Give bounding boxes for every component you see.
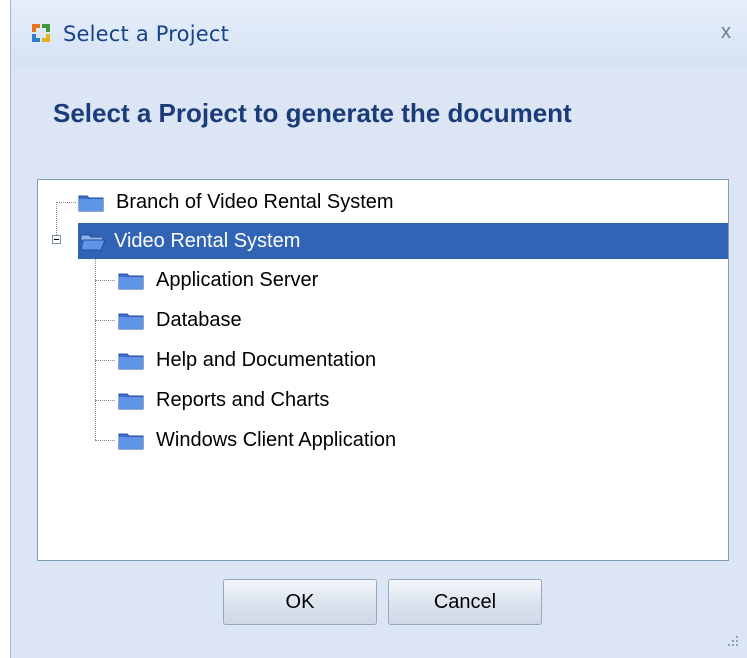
tree-node-application-server[interactable]: Application Server <box>118 262 538 298</box>
collapse-toggle-icon[interactable] <box>52 235 61 244</box>
dialog-titlebar[interactable]: Select a Project x <box>11 0 747 66</box>
folder-open-icon <box>80 234 106 251</box>
close-button[interactable]: x <box>715 20 737 44</box>
tree-connector <box>95 360 115 361</box>
ok-button[interactable]: OK <box>223 579 377 625</box>
tree-node-branch-of-video-rental-system[interactable]: Branch of Video Rental System <box>78 184 498 220</box>
dialog-heading: Select a Project to generate the documen… <box>53 98 572 128</box>
folder-icon <box>78 195 104 212</box>
tree-node-label: Branch of Video Rental System <box>116 191 394 213</box>
tree-node-label: Help and Documentation <box>156 349 377 371</box>
tree-connector <box>56 202 76 203</box>
cancel-button[interactable]: Cancel <box>388 579 542 625</box>
tree-node-help-and-documentation[interactable]: Help and Documentation <box>118 342 538 378</box>
tree-connector <box>95 280 115 281</box>
project-tree[interactable]: Branch of Video Rental System Video Rent… <box>37 179 729 561</box>
tree-node-label: Video Rental System <box>114 230 301 252</box>
tree-node-label: Database <box>156 309 242 331</box>
tree-connector <box>95 248 96 440</box>
tree-node-windows-client-application[interactable]: Windows Client Application <box>118 422 538 458</box>
tree-node-label: Reports and Charts <box>156 389 330 411</box>
folder-icon <box>118 393 144 410</box>
folder-icon <box>118 353 144 370</box>
tree-connector <box>95 400 115 401</box>
tree-connector <box>56 202 57 235</box>
tree-node-reports-and-charts[interactable]: Reports and Charts <box>118 382 538 418</box>
tree-connector <box>95 440 115 441</box>
folder-icon <box>118 313 144 330</box>
resize-grip-icon[interactable] <box>725 634 739 648</box>
tree-node-database[interactable]: Database <box>118 302 538 338</box>
tree-node-label: Application Server <box>156 269 319 291</box>
tree-connector <box>95 320 115 321</box>
folder-icon <box>118 273 144 290</box>
folder-icon <box>118 433 144 450</box>
tree-node-video-rental-system[interactable]: Video Rental System <box>78 223 728 259</box>
app-logo-icon <box>32 24 50 42</box>
tree-node-label: Windows Client Application <box>156 429 397 451</box>
dialog-title: Select a Project <box>63 22 230 46</box>
select-project-dialog: Select a Project x Select a Project to g… <box>10 0 747 658</box>
